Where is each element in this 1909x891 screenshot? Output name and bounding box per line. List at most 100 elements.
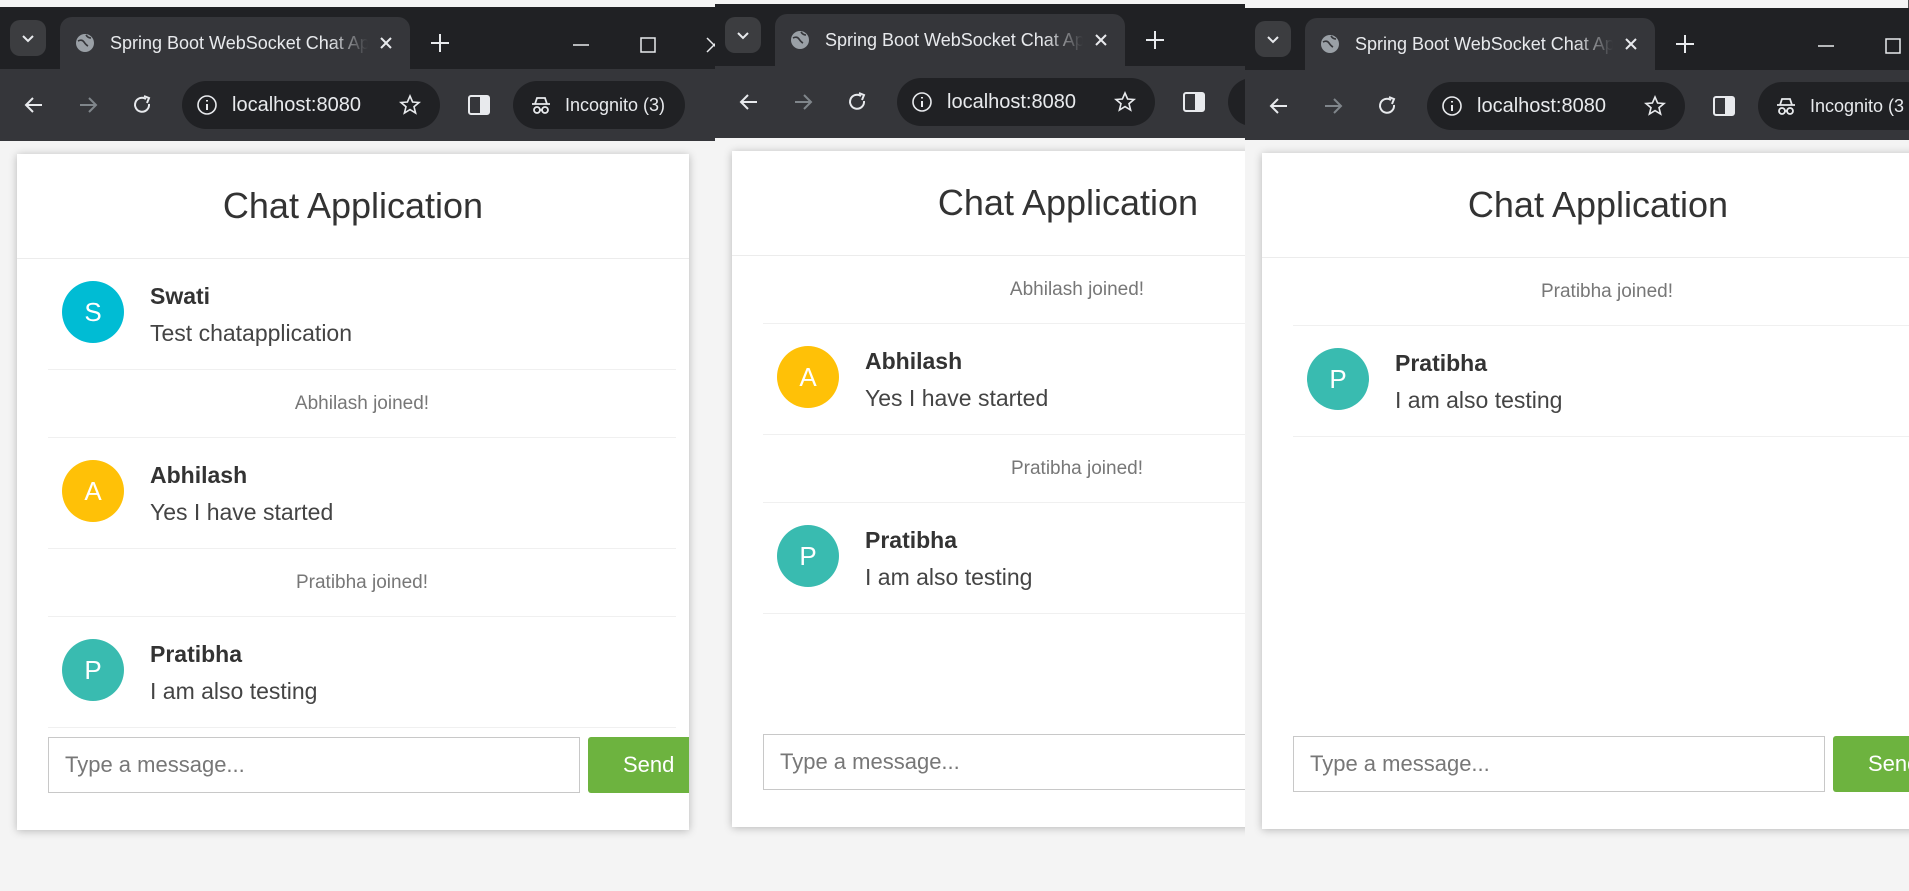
browser-window: Spring Boot WebSocket Chat Ap localhost:… — [0, 0, 716, 891]
incognito-indicator[interactable]: Incognito (3 — [1758, 82, 1909, 130]
reload-icon[interactable] — [844, 89, 870, 115]
forward-arrow-icon[interactable] — [790, 89, 816, 115]
browser-toolbar: localhost:8080 Incognito (3 — [1245, 70, 1909, 142]
event-text: Pratibha joined! — [295, 571, 429, 593]
tab-search-button[interactable] — [725, 17, 761, 53]
side-panel-icon[interactable] — [466, 92, 492, 118]
url-text: localhost:8080 — [232, 93, 361, 116]
message-text: I am also testing — [1395, 387, 1563, 413]
message-text: Test chatapplication — [150, 320, 353, 346]
event-message: Pratibha joined! — [1293, 258, 1909, 326]
message-input[interactable] — [763, 734, 1246, 790]
message-input[interactable] — [1293, 736, 1825, 792]
maximize-icon[interactable] — [1881, 34, 1905, 58]
message-input[interactable] — [48, 737, 580, 793]
back-arrow-icon[interactable] — [21, 92, 47, 118]
chat-card: Chat Application Pratibha joined! P Pratib… — [1262, 153, 1909, 829]
avatar: P — [777, 525, 839, 587]
page-content: Chat Application Pratibha joined! P Pratib… — [1245, 140, 1909, 891]
maximize-icon[interactable] — [636, 33, 660, 57]
forward-arrow-icon[interactable] — [75, 92, 101, 118]
site-info-icon[interactable] — [1441, 95, 1463, 117]
browser-tab[interactable]: Spring Boot WebSocket Chat Ap — [775, 14, 1125, 66]
event-text: Pratibha joined! — [1540, 280, 1674, 302]
chevron-down-icon — [22, 35, 34, 43]
side-panel-icon[interactable] — [1711, 93, 1737, 119]
sender-name: Swati — [150, 283, 211, 309]
sender-name: Abhilash — [150, 462, 248, 488]
bookmark-star-icon[interactable] — [1113, 90, 1137, 114]
tab-title: Spring Boot WebSocket Chat Ap — [110, 32, 368, 53]
side-panel-icon[interactable] — [1181, 89, 1207, 115]
message-text: Yes I have started — [865, 385, 1049, 411]
globe-icon — [791, 31, 809, 49]
message-form: Send — [48, 737, 689, 795]
message-list[interactable]: S Swati Test chatapplication Abhilash joine… — [48, 259, 676, 728]
sender-name: Pratibha — [150, 641, 243, 667]
message-list[interactable]: Pratibha joined! P Pratibha I am also testi… — [1293, 258, 1909, 437]
reload-icon[interactable] — [129, 92, 155, 118]
new-tab-icon[interactable] — [1141, 26, 1169, 54]
chat-message: P Pratibha I am also testing — [763, 503, 1246, 614]
avatar: S — [62, 281, 124, 343]
close-tab-icon[interactable] — [1621, 34, 1641, 54]
address-bar[interactable]: localhost:8080 — [1427, 82, 1685, 130]
tab-title: Spring Boot WebSocket Chat Ap — [825, 29, 1083, 50]
sender-name: Pratibha — [865, 527, 958, 553]
address-bar[interactable]: localhost:8080 — [897, 78, 1155, 126]
globe-icon — [1321, 35, 1339, 53]
incognito-label: Incognito (3 — [1810, 95, 1905, 116]
incognito-icon — [1777, 98, 1795, 115]
message-text: Yes I have started — [150, 499, 334, 525]
back-arrow-icon[interactable] — [1266, 93, 1292, 119]
message-text: I am also testing — [865, 564, 1033, 590]
sender-name: Pratibha — [1395, 350, 1488, 376]
tab-search-button[interactable] — [1255, 21, 1291, 57]
tab-strip: Spring Boot WebSocket Chat Ap — [0, 7, 716, 69]
tab-strip: Spring Boot WebSocket Chat Ap — [715, 4, 1246, 66]
chat-message: S Swati Test chatapplication — [48, 259, 676, 370]
chat-message: P Pratibha I am also testing — [48, 617, 676, 728]
forward-arrow-icon[interactable] — [1320, 93, 1346, 119]
avatar: A — [777, 346, 839, 408]
event-text: Abhilash joined! — [1009, 278, 1145, 300]
chat-title: Chat Application — [1467, 184, 1729, 225]
chat-header: Chat Application — [17, 154, 689, 259]
message-text: I am also testing — [150, 678, 318, 704]
send-button[interactable]: Send — [588, 737, 689, 793]
chat-message: P Pratibha I am also testing — [1293, 326, 1909, 437]
chat-title: Chat Application — [222, 185, 484, 226]
tab-search-button[interactable] — [10, 20, 46, 56]
close-tab-icon[interactable] — [1091, 30, 1111, 50]
url-text: localhost:8080 — [1477, 94, 1606, 117]
browser-tab[interactable]: Spring Boot WebSocket Chat Ap — [60, 17, 410, 69]
new-tab-icon[interactable] — [426, 29, 454, 57]
bookmark-star-icon[interactable] — [1643, 94, 1667, 118]
bookmark-star-icon[interactable] — [398, 93, 422, 117]
close-tab-icon[interactable] — [376, 33, 396, 53]
back-arrow-icon[interactable] — [736, 89, 762, 115]
address-bar[interactable]: localhost:8080 — [182, 81, 440, 129]
incognito-indicator[interactable] — [1228, 78, 1246, 126]
chat-message: A Abhilash Yes I have started — [48, 438, 676, 549]
event-text: Abhilash joined! — [294, 392, 430, 414]
site-info-icon[interactable] — [196, 94, 218, 116]
site-info-icon[interactable] — [911, 91, 933, 113]
incognito-indicator[interactable]: Incognito (3) — [513, 81, 685, 129]
page-content: Chat Application Abhilash joined! A Abhila… — [715, 138, 1246, 891]
browser-toolbar: localhost:8080 Incognito (3) — [0, 69, 716, 141]
chat-card: Chat Application Abhilash joined! A Abhila… — [732, 151, 1246, 827]
message-form — [763, 734, 1246, 792]
reload-icon[interactable] — [1374, 93, 1400, 119]
browser-window: Spring Boot WebSocket Chat Ap localhost:… — [715, 0, 1246, 891]
minimize-icon[interactable] — [569, 33, 593, 57]
avatar: A — [62, 460, 124, 522]
close-window-icon[interactable] — [702, 33, 716, 57]
chevron-down-icon — [1267, 36, 1279, 44]
new-tab-icon[interactable] — [1671, 30, 1699, 58]
browser-tab[interactable]: Spring Boot WebSocket Chat Ap — [1305, 18, 1655, 70]
url-text: localhost:8080 — [947, 90, 1076, 113]
minimize-icon[interactable] — [1814, 34, 1838, 58]
send-button[interactable]: Send — [1833, 736, 1909, 792]
message-list[interactable]: Abhilash joined! A Abhilash Yes I have star… — [763, 256, 1246, 614]
